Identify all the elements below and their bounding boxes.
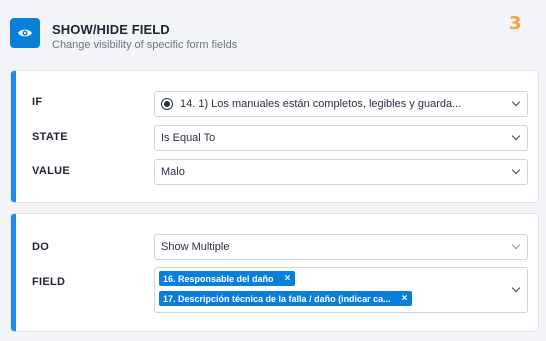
close-icon[interactable]: × [399,291,413,306]
chevron-down-icon [511,283,521,293]
eye-icon [10,18,40,48]
chevron-down-icon [511,131,521,141]
selected-field-tag: 16. Responsable del daño × [159,271,296,286]
chevron-down-icon [511,240,521,250]
header: SHOW/HIDE FIELD Change visibility of spe… [0,0,546,64]
chevron-down-icon [511,165,521,175]
header-title: SHOW/HIDE FIELD [52,22,170,37]
action-card: DO Show Multiple FIELD 16. Responsable d… [10,213,539,332]
tag-label: 17. Descripción técnica de la falla / da… [163,293,391,304]
value-label: VALUE [32,165,70,177]
state-select[interactable]: Is Equal To [154,125,528,151]
if-select-value: 14. 1) Los manuales están completos, leg… [180,98,462,110]
condition-card: IF 14. 1) Los manuales están completos, … [10,70,539,203]
header-subtitle: Change visibility of specific form field… [52,39,238,51]
value-select-value: Malo [161,166,185,178]
value-select[interactable]: Malo [154,159,528,185]
field-multiselect[interactable]: 16. Responsable del daño × 17. Descripci… [154,267,528,313]
do-select-value: Show Multiple [161,241,230,253]
field-label: FIELD [32,276,66,288]
do-label: DO [32,241,50,253]
state-select-value: Is Equal To [161,132,216,144]
if-select[interactable]: 14. 1) Los manuales están completos, leg… [154,91,528,117]
if-label: IF [32,96,43,108]
step-badge: 3 [509,13,522,34]
chevron-down-icon [511,97,521,107]
radio-icon [161,98,173,110]
state-label: STATE [32,131,68,143]
tag-label: 16. Responsable del daño [163,273,274,284]
do-select[interactable]: Show Multiple [154,234,528,260]
close-icon[interactable]: × [282,271,296,286]
selected-field-tag: 17. Descripción técnica de la falla / da… [159,291,413,306]
